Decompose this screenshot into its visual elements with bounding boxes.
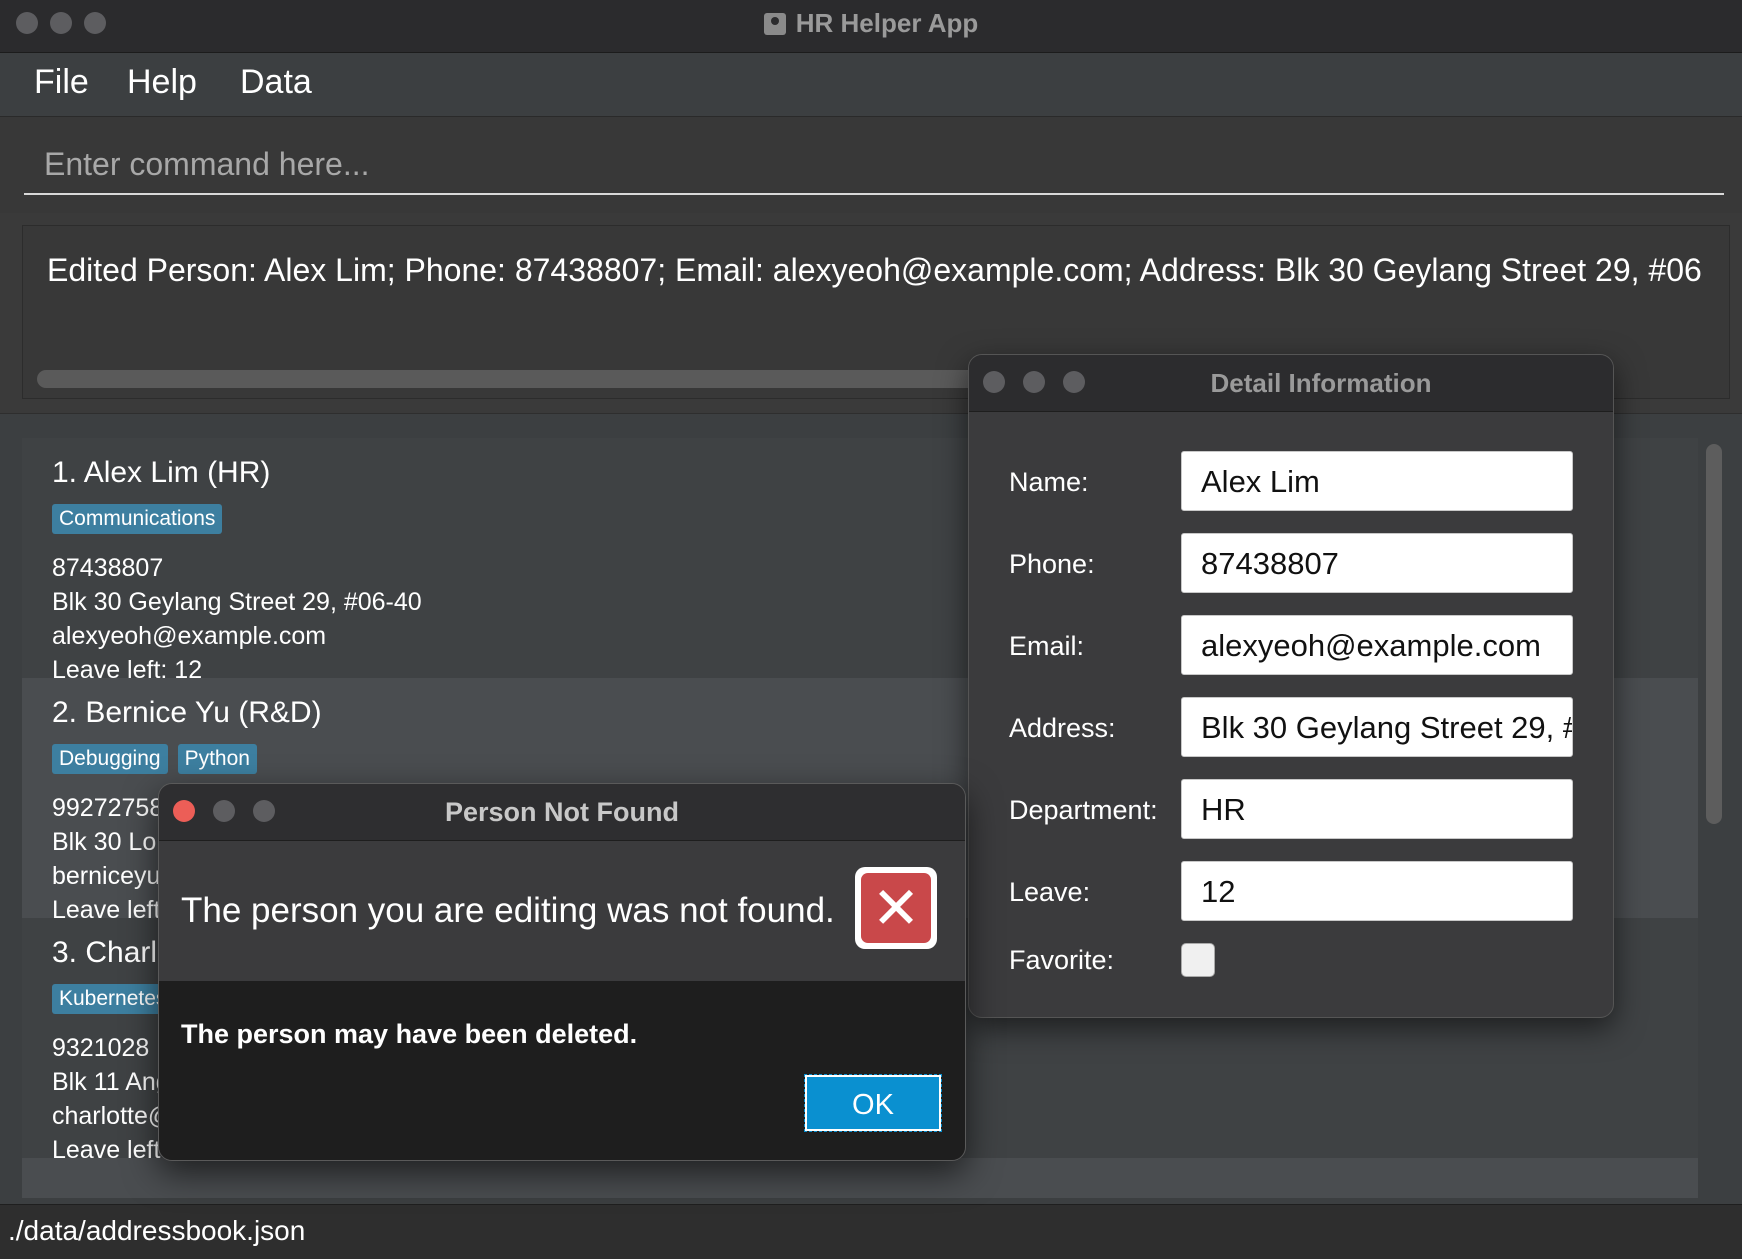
department-field[interactable]: HR: [1181, 779, 1573, 839]
person-email: charlotte@: [52, 1102, 174, 1130]
person-address: Blk 30 Lo: [52, 828, 157, 856]
alert-header-text: The person you are editing was not found…: [181, 891, 835, 930]
person-tags: Debugging Python: [52, 744, 267, 774]
person-phone: 87438807: [52, 554, 164, 582]
result-text: Edited Person: Alex Lim; Phone: 87438807…: [47, 252, 1702, 288]
person-address: Blk 11 Ang: [52, 1068, 170, 1096]
person-tags: Communications: [52, 504, 232, 534]
phone-field[interactable]: 87438807: [1181, 533, 1573, 593]
person-name: 2. Bernice Yu (R&D): [52, 696, 322, 729]
favorite-checkbox[interactable]: [1181, 943, 1215, 977]
command-box: [0, 117, 1742, 213]
status-bar: ./data/addressbook.json: [0, 1204, 1742, 1259]
menu-help[interactable]: Help: [127, 63, 197, 102]
alert-header: The person you are editing was not found…: [159, 841, 965, 981]
person-name: 3. Charl: [52, 936, 158, 969]
alert-title: Person Not Found: [445, 797, 679, 827]
department-label: Department:: [1009, 795, 1158, 825]
window-titlebar: HR Helper App: [0, 0, 1742, 53]
tag: Communications: [52, 504, 223, 534]
person-card[interactable]: [22, 1158, 1698, 1198]
alert-content: The person may have been deleted.: [181, 1019, 638, 1049]
tag: Debugging: [52, 744, 168, 774]
tag: Kubernetes: [52, 984, 174, 1014]
result-horizontal-scrollbar[interactable]: [37, 370, 997, 388]
x-mark-icon: ✕: [861, 873, 931, 943]
person-name: 1. Alex Lim (HR): [52, 456, 271, 489]
menu-file[interactable]: File: [34, 63, 89, 102]
alert-body: The person may have been deleted. OK: [159, 981, 965, 1160]
leave-label: Leave:: [1009, 877, 1091, 907]
menu-data[interactable]: Data: [240, 63, 312, 102]
tag: Python: [177, 744, 257, 774]
person-not-found-dialog: Person Not Found The person you are edit…: [158, 783, 966, 1161]
address-field[interactable]: Blk 30 Geylang Street 29, #06-40: [1181, 697, 1573, 757]
person-phone: 99272758: [52, 794, 164, 822]
name-label: Name:: [1009, 467, 1089, 497]
address-label: Address:: [1009, 713, 1116, 743]
file-path: ./data/addressbook.json: [8, 1215, 306, 1246]
contact-card-icon: [763, 13, 786, 35]
person-email: berniceyu: [52, 862, 161, 890]
menu-bar: File Help Data: [0, 53, 1742, 117]
person-email: alexyeoh@example.com: [52, 622, 327, 650]
window-title: HR Helper App: [0, 8, 1742, 39]
detail-titlebar: Detail Information: [969, 355, 1613, 412]
favorite-label: Favorite:: [1009, 945, 1115, 975]
error-x-icon: ✕: [855, 867, 937, 949]
alert-titlebar: Person Not Found: [159, 784, 965, 841]
detail-title: Detail Information: [1210, 368, 1432, 398]
name-field[interactable]: Alex Lim: [1181, 451, 1573, 511]
email-label: Email:: [1009, 631, 1085, 661]
person-phone: 9321028: [52, 1034, 150, 1062]
person-address: Blk 30 Geylang Street 29, #06-40: [52, 588, 422, 616]
email-field[interactable]: alexyeoh@example.com: [1181, 615, 1573, 675]
detail-window: Detail Information Name: Alex Lim Phone:…: [968, 354, 1614, 1018]
leave-field[interactable]: 12: [1181, 861, 1573, 921]
phone-label: Phone:: [1009, 549, 1095, 579]
ok-button[interactable]: OK: [804, 1074, 942, 1132]
list-vertical-scrollbar[interactable]: [1706, 444, 1722, 824]
command-input[interactable]: [24, 135, 1724, 195]
